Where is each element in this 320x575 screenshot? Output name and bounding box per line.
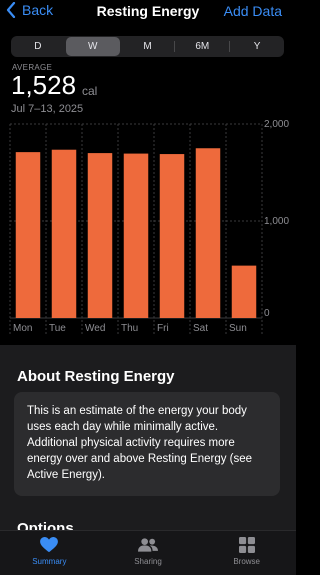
resting-energy-chart[interactable]: 2,000 1,000 0 Mon Tue Wed Thu Fri Sat Sun xyxy=(0,110,296,346)
tab-sharing-label: Sharing xyxy=(134,557,162,566)
nav-bar: Back Resting Energy Add Data xyxy=(0,0,296,26)
bar-fri xyxy=(159,154,185,318)
add-data-button[interactable]: Add Data xyxy=(224,3,282,19)
chevron-left-icon xyxy=(6,2,16,18)
tab-sharing[interactable]: Sharing xyxy=(99,531,198,575)
average-unit: cal xyxy=(82,84,98,98)
tab-browse[interactable]: Browse xyxy=(197,531,296,575)
tab-bar: Summary Sharing Browse xyxy=(0,530,296,575)
bar-mon xyxy=(15,152,41,318)
average-value: 1,528 xyxy=(11,70,77,100)
x-tick-label: Tue xyxy=(49,323,66,334)
tab-summary-label: Summary xyxy=(32,557,67,566)
about-card: This is an estimate of the energy your b… xyxy=(14,392,280,496)
x-tick-label: Mon xyxy=(13,323,32,334)
tab-browse-label: Browse xyxy=(233,557,261,566)
segment-year[interactable]: Y xyxy=(230,36,284,57)
x-tick-label: Wed xyxy=(85,323,105,334)
segment-day[interactable]: D xyxy=(11,36,65,57)
chart-svg: 2,000 1,000 0 Mon Tue Wed Thu Fri Sat Sun xyxy=(9,119,289,334)
bar-thu xyxy=(123,153,149,318)
bar-sat xyxy=(195,148,221,318)
grid-icon xyxy=(238,537,255,553)
back-button[interactable]: Back xyxy=(6,2,53,18)
bar-wed xyxy=(87,153,113,318)
time-range-segmented-control: D W M 6M Y xyxy=(11,36,284,57)
x-tick-label: Thu xyxy=(121,323,138,334)
x-tick-label: Sat xyxy=(193,323,208,334)
x-tick-label: Sun xyxy=(229,323,247,334)
x-tick-label: Fri xyxy=(157,323,169,334)
y-tick-label: 2,000 xyxy=(264,119,289,130)
about-title: About Resting Energy xyxy=(17,368,175,385)
back-label: Back xyxy=(22,2,54,18)
y-tick-label: 1,000 xyxy=(264,216,289,227)
segment-6-months[interactable]: 6M xyxy=(175,36,229,57)
segment-month[interactable]: M xyxy=(121,36,175,57)
y-tick-label: 0 xyxy=(264,308,270,319)
bar-tue xyxy=(51,149,77,318)
tab-summary[interactable]: Summary xyxy=(0,531,99,575)
people-icon xyxy=(138,538,158,552)
bar-sun xyxy=(231,265,257,318)
about-text: This is an estimate of the energy your b… xyxy=(27,405,253,481)
heart-icon xyxy=(40,537,59,553)
segment-week[interactable]: W xyxy=(65,37,120,56)
